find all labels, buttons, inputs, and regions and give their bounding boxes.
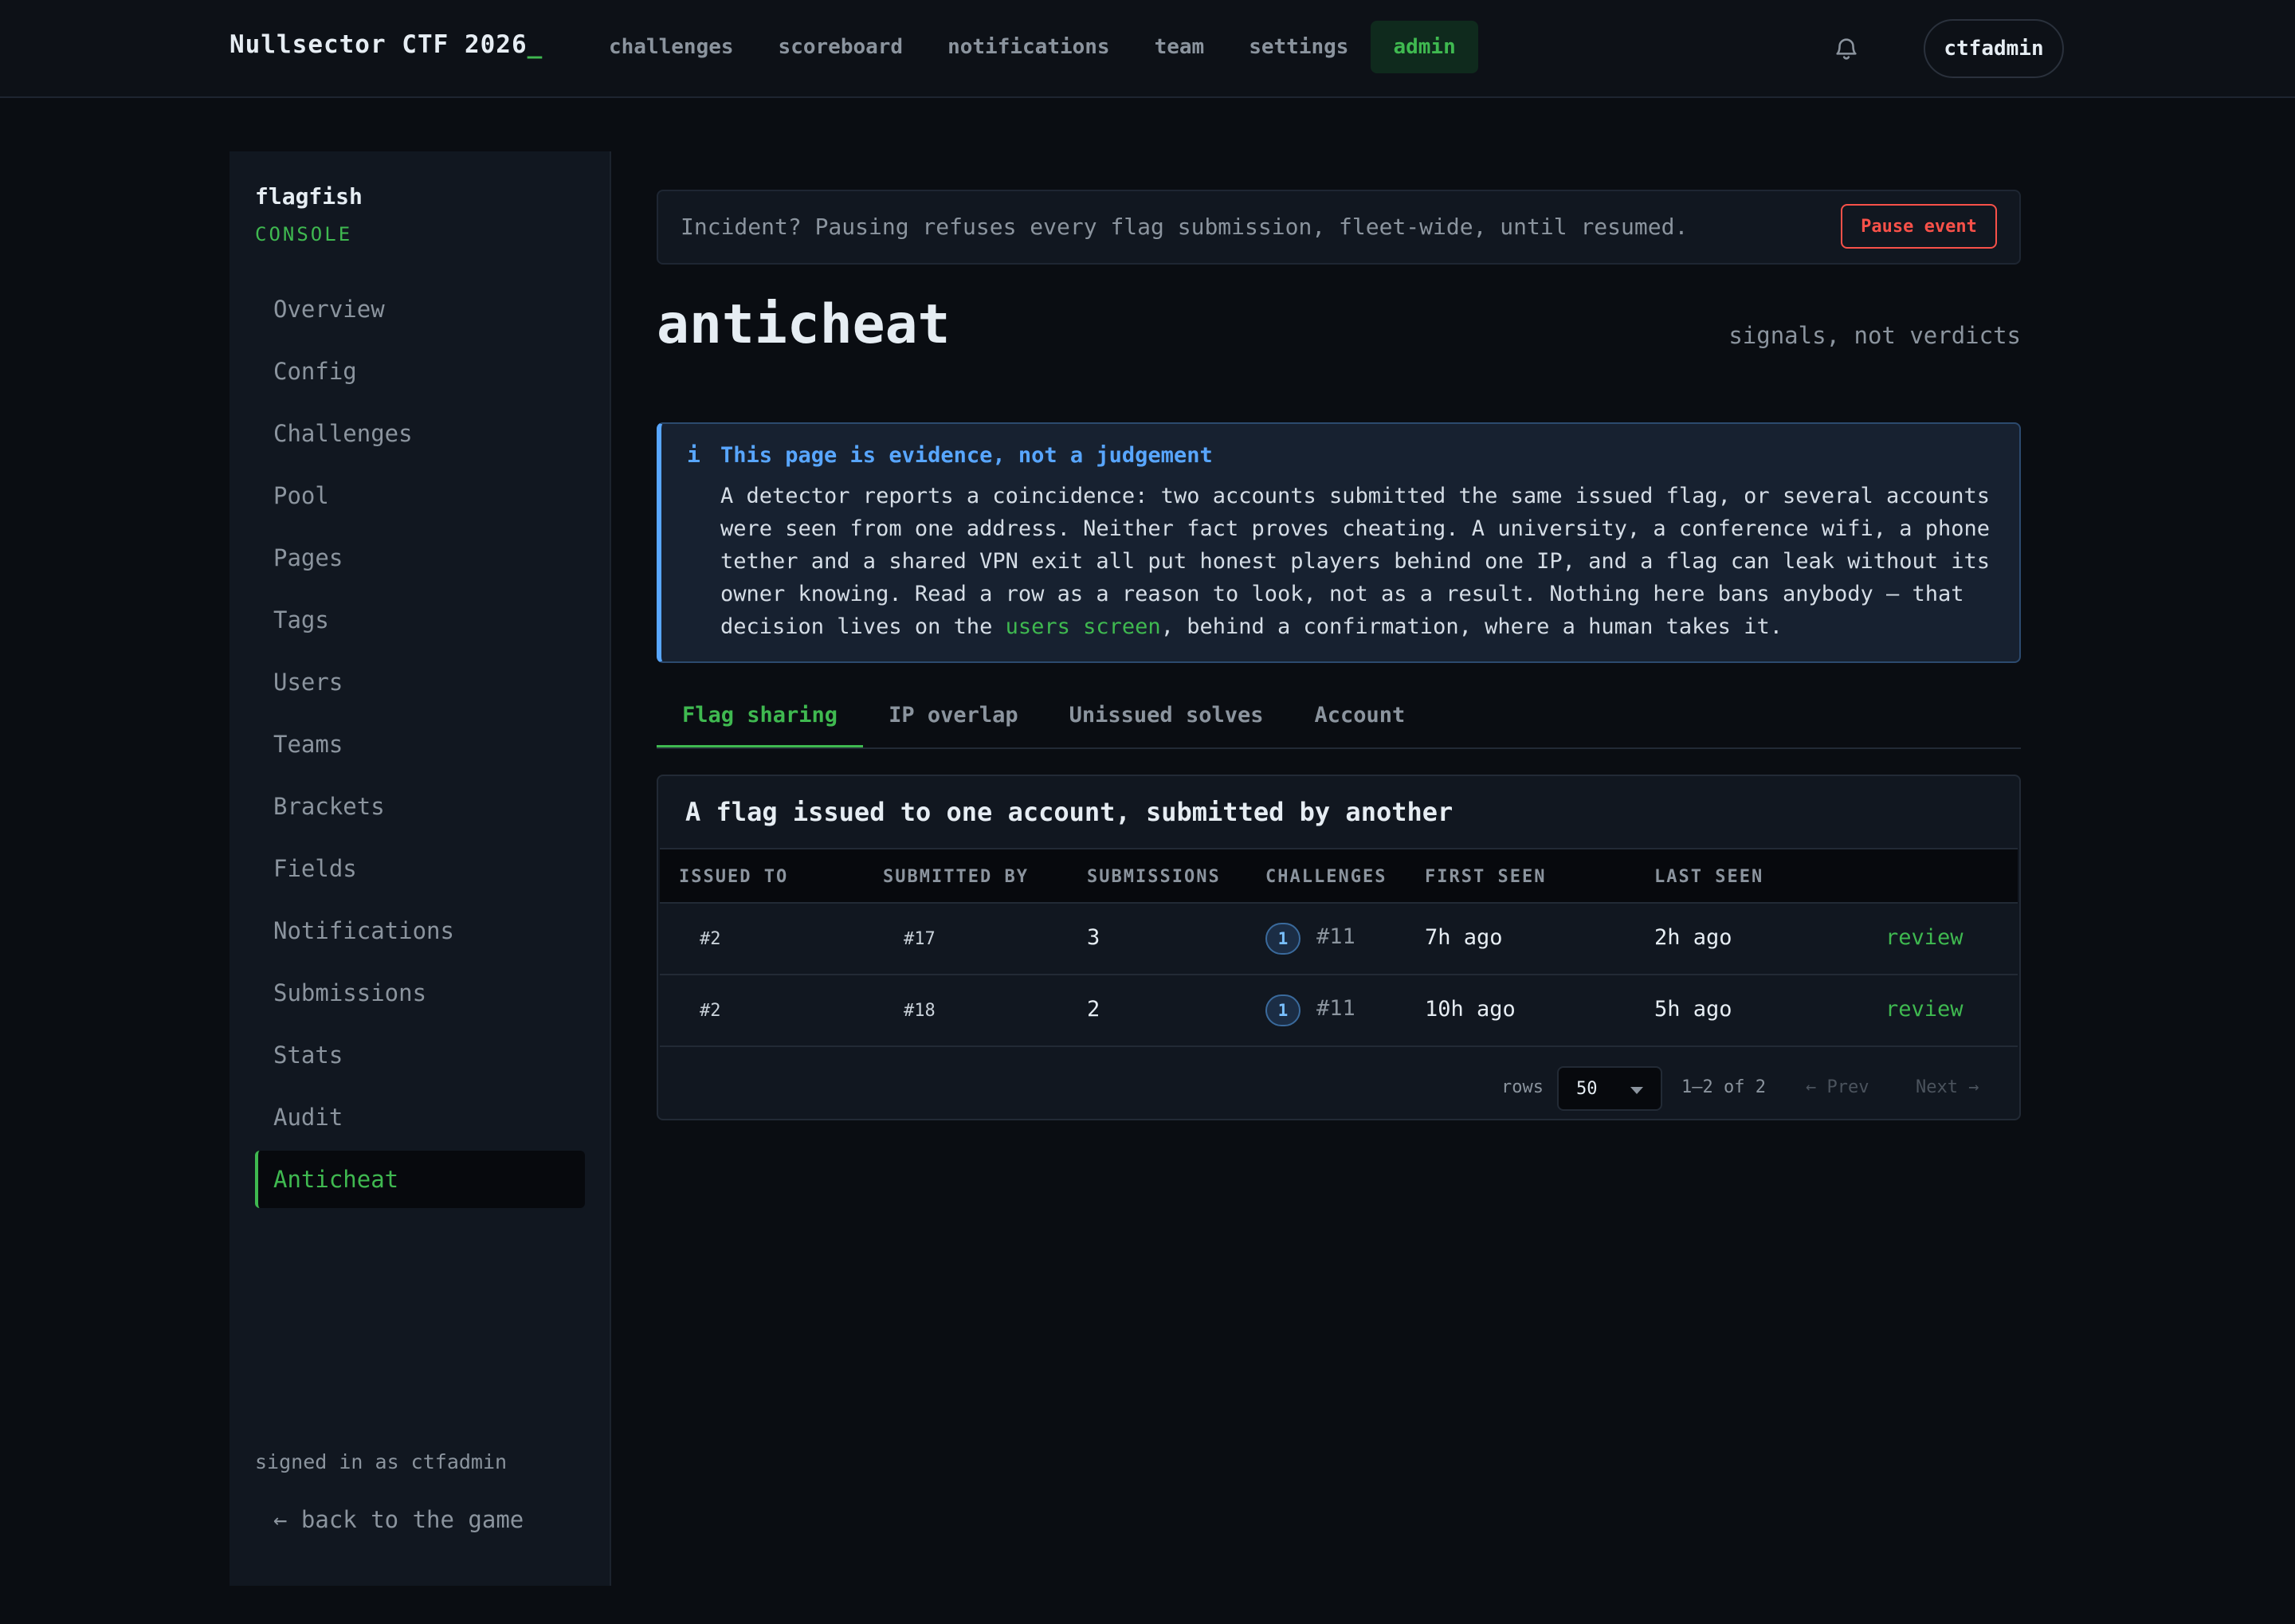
nav-challenges[interactable]: challenges [586, 21, 756, 73]
sidebar-item-pool[interactable]: Pool [255, 467, 585, 524]
evidence-info-box: i This page is evidence, not a judgement… [657, 422, 2021, 663]
review-link[interactable]: review [1885, 925, 1964, 950]
sidebar-item-anticheat[interactable]: Anticheat [255, 1151, 585, 1208]
prev-page-button[interactable]: ← Prev [1806, 1077, 1869, 1097]
back-to-game-link[interactable]: ← back to the game [273, 1506, 524, 1533]
info-icon: i [687, 441, 700, 468]
submitted-by-cell[interactable]: #17 [904, 929, 936, 949]
challenge-count-badge: 1 [1265, 923, 1300, 955]
submissions-cell: 3 [1087, 925, 1100, 950]
anticheat-tabs: Flag sharing IP overlap Unissued solves … [657, 690, 2021, 749]
header-submitted-by[interactable]: SUBMITTED BY [883, 867, 1029, 887]
tab-flag-sharing[interactable]: Flag sharing [657, 690, 864, 747]
users-screen-link[interactable]: users screen [1006, 614, 1161, 639]
user-menu-button[interactable]: ctfadmin [1924, 19, 2064, 78]
challenge-count-badge: 1 [1265, 994, 1300, 1026]
top-navigation: Nullsector CTF 2026_ challenges scoreboa… [0, 0, 2295, 98]
sidebar-menu: Overview Config Challenges Pool Pages Ta… [255, 280, 585, 1213]
page-subtitle: signals, not verdicts [1728, 322, 2021, 349]
incident-banner-text: Incident? Pausing refuses every flag sub… [681, 214, 1689, 240]
first-seen-cell: 7h ago [1425, 925, 1503, 950]
table-row: #2 #18 2 1 #11 10h ago 5h ago review [660, 975, 2018, 1047]
flag-sharing-card: A flag issued to one account, submitted … [657, 775, 2021, 1120]
sidebar-item-submissions[interactable]: Submissions [255, 964, 585, 1022]
submissions-cell: 2 [1087, 997, 1100, 1022]
admin-sidebar: flagfish CONSOLE Overview Config Challen… [230, 151, 611, 1586]
tab-account[interactable]: Account [1289, 690, 1430, 747]
submitted-by-cell[interactable]: #18 [904, 1001, 936, 1021]
signed-in-label: signed in as ctfadmin [255, 1450, 508, 1473]
last-seen-cell: 2h ago [1654, 925, 1732, 950]
challenge-cell[interactable]: #11 [1316, 924, 1355, 949]
sidebar-title: flagfish [255, 183, 363, 210]
sidebar-item-overview[interactable]: Overview [255, 280, 585, 338]
rows-label: rows [1501, 1077, 1544, 1097]
sidebar-item-config[interactable]: Config [255, 343, 585, 400]
header-challenges[interactable]: CHALLENGES [1265, 867, 1387, 887]
main-nav-links: challenges scoreboard notifications team… [586, 21, 1478, 73]
nav-notifications[interactable]: notifications [925, 21, 1132, 73]
card-title: A flag issued to one account, submitted … [685, 797, 1454, 827]
table-header: ISSUED TO SUBMITTED BY SUBMISSIONS CHALL… [660, 848, 2018, 904]
sidebar-item-challenges[interactable]: Challenges [255, 405, 585, 462]
sidebar-item-audit[interactable]: Audit [255, 1089, 585, 1146]
brand-logo[interactable]: Nullsector CTF 2026_ [230, 30, 543, 59]
info-body: A detector reports a coincidence: two ac… [720, 480, 1995, 643]
sidebar-item-pages[interactable]: Pages [255, 529, 585, 586]
brand-cursor: _ [527, 30, 543, 59]
rows-per-page-select[interactable]: 50 [1557, 1066, 1662, 1111]
tab-ip-overlap[interactable]: IP overlap [863, 690, 1044, 747]
info-body-text-end: , behind a confirmation, where a human t… [1160, 614, 1783, 639]
header-submissions[interactable]: SUBMISSIONS [1087, 867, 1221, 887]
table-pagination: rows 50 1–2 of 2 ← Prev Next → [658, 1055, 2019, 1119]
issued-to-cell[interactable]: #2 [700, 929, 721, 949]
bell-icon[interactable] [1833, 35, 1860, 62]
last-seen-cell: 5h ago [1654, 997, 1732, 1022]
next-page-button[interactable]: Next → [1916, 1077, 1979, 1097]
first-seen-cell: 10h ago [1425, 997, 1516, 1022]
challenge-cell[interactable]: #11 [1316, 996, 1355, 1021]
incident-banner: Incident? Pausing refuses every flag sub… [657, 190, 2021, 265]
sidebar-item-notifications[interactable]: Notifications [255, 902, 585, 959]
sidebar-item-stats[interactable]: Stats [255, 1026, 585, 1084]
nav-team[interactable]: team [1132, 21, 1227, 73]
issued-to-cell[interactable]: #2 [700, 1001, 721, 1021]
table-row: #2 #17 3 1 #11 7h ago 2h ago review [660, 904, 2018, 975]
pause-event-button[interactable]: Pause event [1841, 204, 1997, 249]
sidebar-item-tags[interactable]: Tags [255, 591, 585, 649]
brand-name: Nullsector CTF 2026 [230, 30, 528, 59]
sidebar-item-fields[interactable]: Fields [255, 840, 585, 897]
review-link[interactable]: review [1885, 997, 1964, 1022]
info-title: This page is evidence, not a judgement [720, 443, 1213, 468]
page-count: 1–2 of 2 [1681, 1077, 1766, 1097]
tab-unissued-solves[interactable]: Unissued solves [1044, 690, 1289, 747]
header-last-seen[interactable]: LAST SEEN [1654, 867, 1763, 887]
sidebar-item-teams[interactable]: Teams [255, 716, 585, 773]
sidebar-subtitle: CONSOLE [255, 223, 353, 245]
nav-admin[interactable]: admin [1371, 21, 1478, 73]
sidebar-item-users[interactable]: Users [255, 653, 585, 711]
rows-per-page-value: 50 [1576, 1079, 1598, 1099]
page-title: anticheat [657, 293, 951, 356]
header-first-seen[interactable]: FIRST SEEN [1425, 867, 1546, 887]
flag-sharing-table: ISSUED TO SUBMITTED BY SUBMISSIONS CHALL… [660, 848, 2018, 1047]
chevron-down-icon [1630, 1087, 1643, 1094]
header-issued-to[interactable]: ISSUED TO [679, 867, 788, 887]
sidebar-item-brackets[interactable]: Brackets [255, 778, 585, 835]
nav-scoreboard[interactable]: scoreboard [756, 21, 926, 73]
nav-settings[interactable]: settings [1226, 21, 1371, 73]
